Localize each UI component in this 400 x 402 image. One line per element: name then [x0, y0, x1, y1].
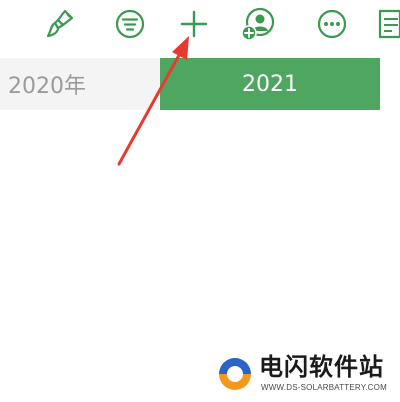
filter-button[interactable]: [110, 4, 150, 44]
toolbar: [0, 0, 400, 46]
brush-button[interactable]: [40, 4, 80, 44]
add-button[interactable]: [174, 4, 214, 44]
watermark: 电闪软件站 WWW.DS-SOLARBATTERY.COM: [215, 352, 395, 398]
add-user-button[interactable]: [238, 4, 278, 44]
tab-year-2021[interactable]: 2021: [160, 58, 380, 110]
tab-year-2020[interactable]: 2020年: [0, 58, 160, 110]
watermark-url: WWW.DS-SOLARBATTERY.COM: [261, 383, 387, 392]
year-tabs: 2020年 2021: [0, 58, 380, 110]
tab-year-2021-label: 2021: [242, 71, 298, 97]
brush-icon: [46, 9, 74, 38]
more-icon: [317, 9, 347, 39]
tab-year-2020-label: 2020年: [8, 74, 86, 99]
filter-list-icon: [115, 9, 145, 39]
more-button[interactable]: [312, 4, 352, 44]
plus-icon: [180, 10, 208, 38]
add-user-icon: [241, 7, 275, 41]
watermark-logo-icon: [219, 358, 251, 390]
watermark-title: 电闪软件站: [259, 353, 384, 381]
note-button[interactable]: [372, 4, 400, 44]
note-icon: [378, 9, 400, 39]
